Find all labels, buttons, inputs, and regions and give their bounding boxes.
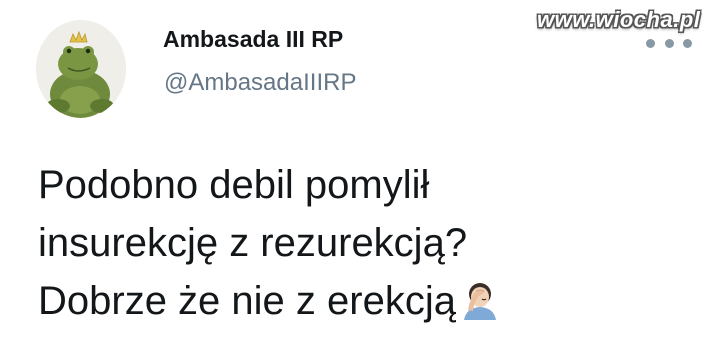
menu-dot	[664, 38, 674, 48]
facepalm-icon	[460, 278, 500, 320]
tweet-text-line-with-emoji: Dobrze że nie z erekcją	[38, 272, 708, 330]
user-handle[interactable]: @AmbasadaIIIRP	[164, 69, 356, 97]
tweet-text-line: Podobno debil pomylił	[38, 163, 430, 207]
menu-dot	[683, 38, 692, 48]
menu-dot	[646, 38, 655, 48]
more-options-icon[interactable]	[646, 38, 692, 48]
site-watermark: www.wiocha.pl	[537, 7, 701, 32]
tweet-card: Ambasada III RP @AmbasadaIIIRP www.wioch…	[0, 0, 720, 347]
avatar[interactable]	[36, 20, 126, 118]
tweet-text-line: insurekcję z rezurekcją?	[38, 221, 468, 265]
display-name[interactable]: Ambasada III RP	[163, 26, 343, 53]
tweet-text: Podobno debil pomylił insurekcję z rezur…	[38, 156, 708, 330]
frog-avatar-image	[36, 20, 126, 118]
tweet-text-line: Dobrze że nie z erekcją	[38, 279, 456, 323]
